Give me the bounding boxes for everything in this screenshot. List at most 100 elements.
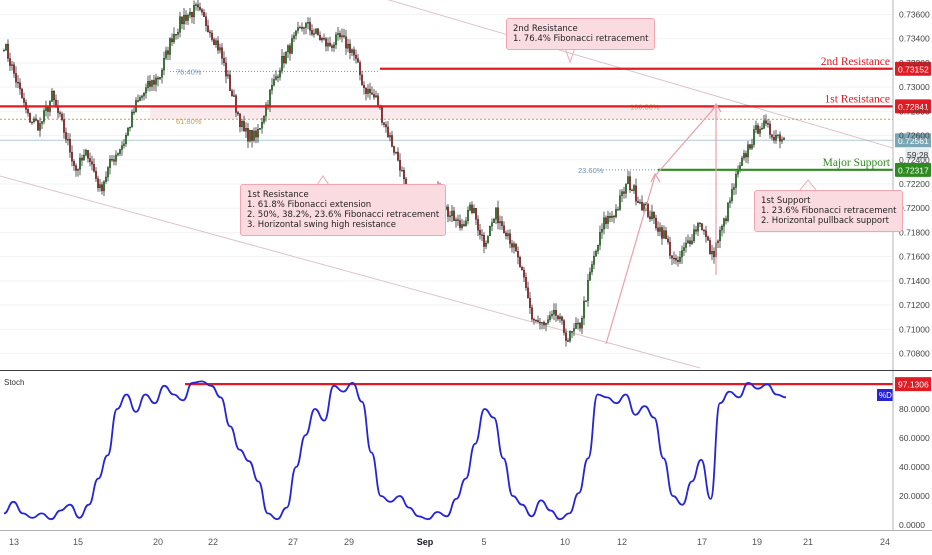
candle-body bbox=[297, 27, 299, 31]
candle-body bbox=[105, 176, 107, 182]
annotation-line: 1. 61.8% Fibonacci extension bbox=[247, 200, 372, 210]
candle-body bbox=[601, 229, 603, 233]
candle-body bbox=[91, 161, 93, 165]
candle-body bbox=[523, 269, 525, 278]
candle-body bbox=[575, 323, 577, 329]
candle-body bbox=[735, 174, 737, 188]
candle-body bbox=[231, 90, 233, 97]
candle-body bbox=[581, 318, 583, 329]
candle-body bbox=[395, 151, 397, 154]
candle-body bbox=[693, 229, 695, 242]
candle-body bbox=[603, 217, 605, 230]
candle-body bbox=[53, 91, 55, 101]
x-tick-label: 15 bbox=[73, 537, 83, 547]
price-tick-label: 0.72000 bbox=[899, 203, 930, 213]
candle-body bbox=[703, 229, 705, 232]
candle-body bbox=[3, 50, 5, 52]
x-tick-label: 19 bbox=[752, 537, 762, 547]
candle-body bbox=[255, 130, 257, 138]
price-tick-label: 0.72400 bbox=[899, 155, 930, 165]
candle-body bbox=[525, 276, 527, 288]
candle-body bbox=[183, 15, 185, 25]
candle-body bbox=[619, 195, 621, 210]
candle-body bbox=[779, 134, 781, 142]
candle-body bbox=[61, 113, 63, 120]
annotation-line: 1st Support bbox=[761, 196, 811, 206]
level-name-label: 2nd Resistance bbox=[821, 56, 890, 68]
candle-body bbox=[89, 158, 91, 162]
candle-body bbox=[355, 54, 357, 59]
candle-body bbox=[749, 144, 751, 149]
candle-body bbox=[721, 226, 723, 231]
candle-body bbox=[177, 32, 179, 35]
candle-body bbox=[345, 36, 347, 49]
level-name-label: 1st Resistance bbox=[825, 93, 890, 105]
candle-body bbox=[507, 233, 509, 237]
candle-body bbox=[711, 251, 713, 255]
candle-body bbox=[195, 4, 197, 6]
candle-body bbox=[665, 230, 667, 240]
candle-body bbox=[137, 100, 139, 102]
candle-body bbox=[607, 216, 609, 224]
candle-body bbox=[263, 115, 265, 123]
candle-body bbox=[329, 42, 331, 46]
price-tick-label: 0.72800 bbox=[899, 106, 930, 116]
candle-body bbox=[657, 227, 659, 232]
annotation-line: 1. 23.6% Fibonacci retracement bbox=[761, 206, 897, 216]
candle-body bbox=[163, 58, 165, 71]
candle-body bbox=[643, 203, 645, 211]
candle-body bbox=[213, 39, 215, 45]
candle-body bbox=[573, 328, 575, 332]
candle-body bbox=[509, 233, 511, 244]
candle-body bbox=[351, 49, 353, 53]
candle-body bbox=[197, 4, 199, 8]
stoch-title: Stoch bbox=[4, 378, 24, 387]
candle-body bbox=[545, 322, 547, 325]
x-tick-label: 29 bbox=[344, 537, 354, 547]
candle-body bbox=[311, 30, 313, 35]
stoch-panel: Stoch 80.0000 60.0000 40.0000 20.0000 0.0000 9… bbox=[3, 377, 931, 530]
x-tick-label: 20 bbox=[153, 537, 163, 547]
candle-body bbox=[499, 221, 501, 224]
price-tag-label: 0.72317 bbox=[898, 165, 929, 175]
candle-body bbox=[533, 319, 535, 321]
candle-body bbox=[303, 27, 305, 29]
candle-body bbox=[403, 170, 405, 180]
stoch-d-line bbox=[3, 380, 787, 521]
x-tick-label: Sep bbox=[417, 537, 434, 547]
candle-body bbox=[107, 167, 109, 178]
annotation-line: 2nd Resistance bbox=[513, 24, 578, 34]
candle-body bbox=[781, 139, 783, 142]
candle-body bbox=[149, 81, 151, 87]
candle-body bbox=[705, 230, 707, 237]
candle-body bbox=[451, 210, 453, 217]
candle-body bbox=[43, 110, 45, 122]
candle-body bbox=[505, 232, 507, 237]
candle-body bbox=[353, 49, 355, 56]
candle-body bbox=[139, 97, 141, 101]
candle-body bbox=[375, 95, 377, 98]
level-name-label: Major Support bbox=[823, 157, 891, 169]
candle-body bbox=[227, 74, 229, 77]
candle-body bbox=[55, 99, 57, 107]
candle-body bbox=[243, 121, 245, 132]
candle-body bbox=[115, 154, 117, 162]
candle-body bbox=[675, 258, 677, 261]
candle-body bbox=[563, 320, 565, 333]
candle-body bbox=[725, 218, 727, 221]
candle-body bbox=[743, 153, 745, 159]
candle-body bbox=[121, 145, 123, 150]
candle-body bbox=[41, 121, 43, 124]
candle-body bbox=[677, 260, 679, 262]
candle-body bbox=[385, 124, 387, 128]
candle-body bbox=[767, 123, 769, 125]
x-tick-label: 27 bbox=[288, 537, 298, 547]
candle-body bbox=[241, 121, 243, 128]
candle-body bbox=[635, 185, 637, 202]
candle-body bbox=[765, 120, 767, 124]
price-tick-label: 0.73400 bbox=[899, 34, 930, 44]
price-tick-label: 0.73600 bbox=[899, 10, 930, 20]
candle-body bbox=[745, 153, 747, 158]
candle-body bbox=[629, 176, 631, 191]
price-tick-label: 0.73200 bbox=[899, 58, 930, 68]
